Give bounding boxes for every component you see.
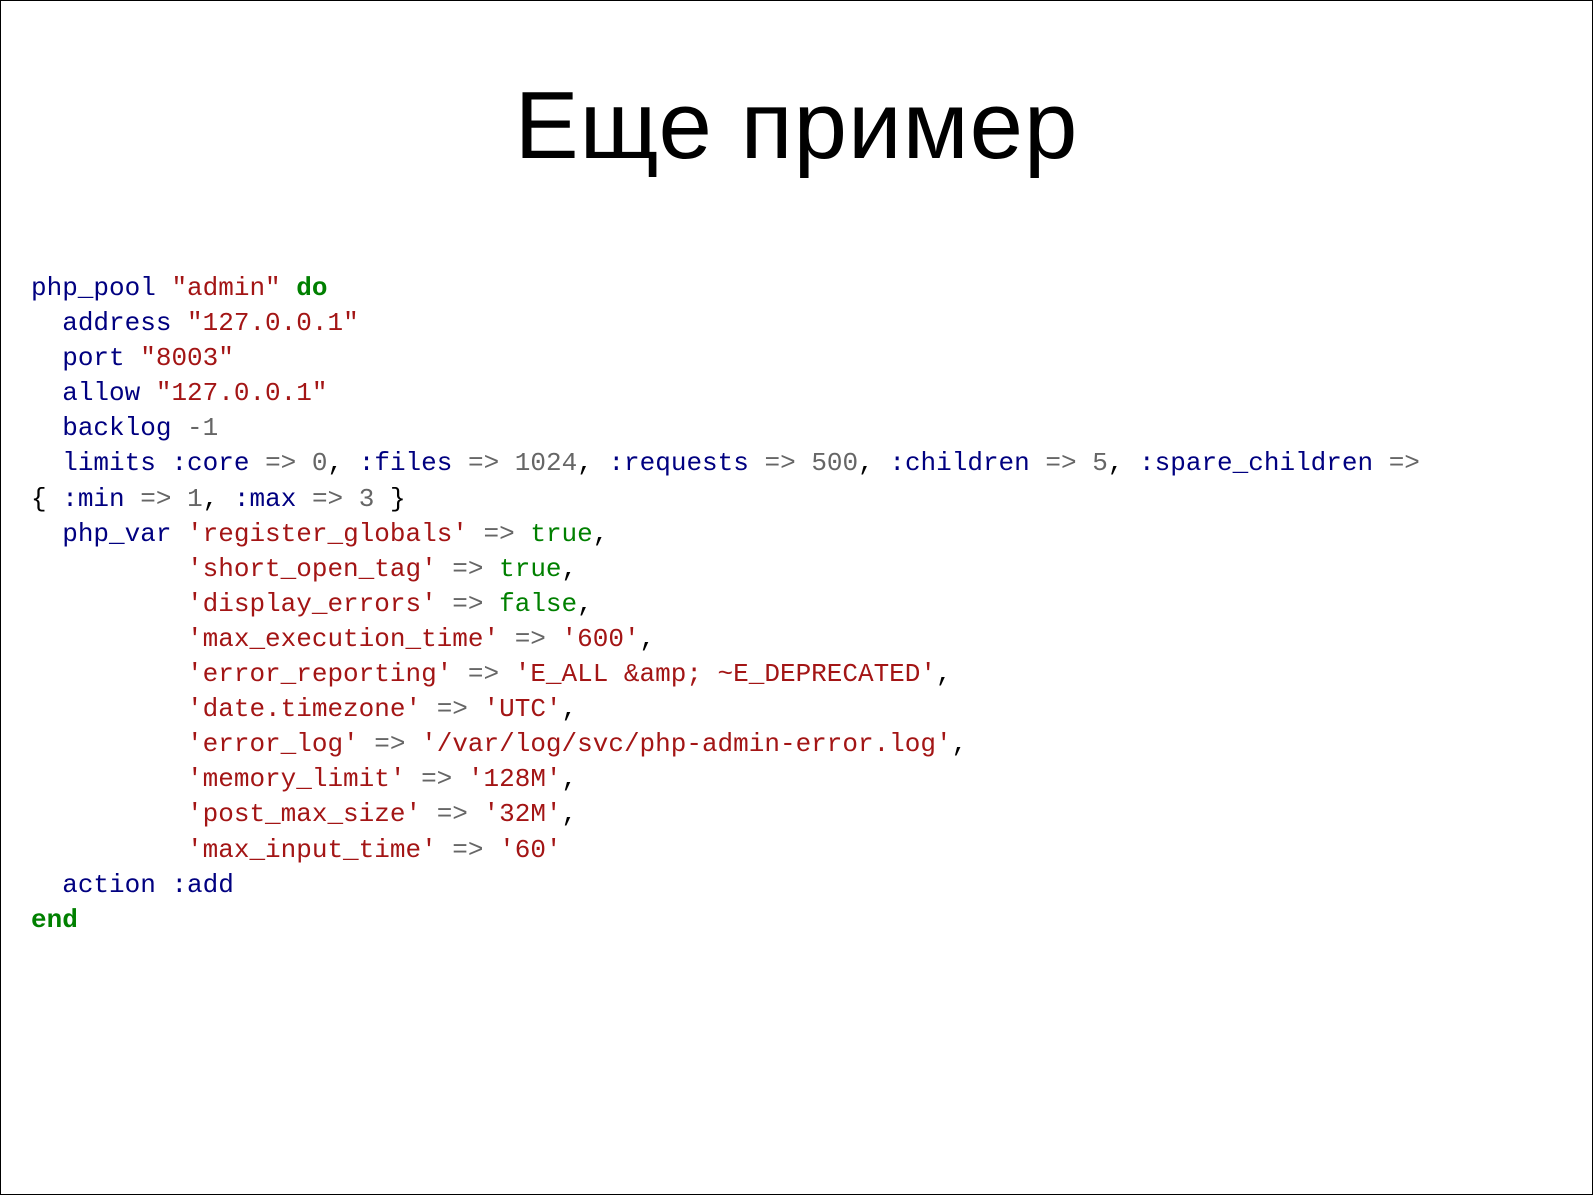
- op-arrow: =>: [421, 764, 452, 794]
- str-post-max-size: 'post_max_size': [187, 799, 421, 829]
- num-5: 5: [1092, 448, 1108, 478]
- sym-core: :core: [171, 448, 249, 478]
- comma: ,: [562, 554, 578, 584]
- comma: ,: [936, 659, 952, 689]
- ident-port: port: [62, 343, 124, 373]
- op-arrow: =>: [484, 519, 515, 549]
- comma: ,: [858, 448, 874, 478]
- str-128m: '128M': [468, 764, 562, 794]
- op-arrow: =>: [374, 729, 405, 759]
- comma: ,: [1108, 448, 1124, 478]
- sym-min: :min: [62, 484, 124, 514]
- op-arrow: =>: [312, 484, 343, 514]
- op-arrow: =>: [452, 554, 483, 584]
- comma: ,: [640, 624, 656, 654]
- op-arrow: =>: [265, 448, 296, 478]
- sym-spare-children: :spare_children: [1139, 448, 1373, 478]
- str-date-timezone: 'date.timezone': [187, 694, 421, 724]
- op-arrow: =>: [764, 448, 795, 478]
- str-max-execution-time: 'max_execution_time': [187, 624, 499, 654]
- op-arrow: =>: [140, 484, 171, 514]
- op-arrow: =>: [1045, 448, 1076, 478]
- code-block: php_pool "admin" do address "127.0.0.1" …: [31, 271, 1562, 938]
- comma: ,: [562, 764, 578, 794]
- op-arrow: =>: [515, 624, 546, 654]
- ident-php-var: php_var: [62, 519, 171, 549]
- op-arrow: =>: [452, 835, 483, 865]
- string-admin: "admin": [171, 273, 280, 303]
- string-allow: "127.0.0.1": [156, 378, 328, 408]
- comma: ,: [952, 729, 968, 759]
- str-error-log-val: '/var/log/svc/php-admin-error.log': [421, 729, 952, 759]
- sym-add: :add: [171, 870, 233, 900]
- ident-allow: allow: [62, 378, 140, 408]
- str-max-input-time: 'max_input_time': [187, 835, 437, 865]
- slide: Еще пример php_pool "admin" do address "…: [0, 0, 1593, 1195]
- num-neg1: -1: [187, 413, 218, 443]
- sym-children: :children: [889, 448, 1029, 478]
- op-arrow: =>: [1389, 448, 1420, 478]
- ident-action: action: [62, 870, 156, 900]
- op-arrow: =>: [437, 694, 468, 724]
- sym-requests: :requests: [608, 448, 748, 478]
- sym-max: :max: [234, 484, 296, 514]
- str-display-errors: 'display_errors': [187, 589, 437, 619]
- bool-true: true: [499, 554, 561, 584]
- lbrace: {: [31, 484, 47, 514]
- str-utc: 'UTC': [484, 694, 562, 724]
- num-500: 500: [811, 448, 858, 478]
- keyword-end: end: [31, 905, 78, 935]
- bool-false: false: [499, 589, 577, 619]
- op-arrow: =>: [468, 659, 499, 689]
- str-register-globals: 'register_globals': [187, 519, 468, 549]
- comma: ,: [328, 448, 344, 478]
- comma: ,: [577, 589, 593, 619]
- comma: ,: [577, 448, 593, 478]
- str-error-reporting-val: 'E_ALL &amp; ~E_DEPRECATED': [515, 659, 936, 689]
- string-port: "8003": [140, 343, 234, 373]
- str-60: '60': [499, 835, 561, 865]
- bool-true: true: [530, 519, 592, 549]
- op-arrow: =>: [437, 799, 468, 829]
- num-1024: 1024: [515, 448, 577, 478]
- num-1: 1: [187, 484, 203, 514]
- comma: ,: [203, 484, 219, 514]
- str-32m: '32M': [484, 799, 562, 829]
- ident-limits: limits: [62, 448, 156, 478]
- str-error-log: 'error_log': [187, 729, 359, 759]
- slide-title: Еще пример: [31, 71, 1562, 181]
- op-arrow: =>: [468, 448, 499, 478]
- rbrace: }: [390, 484, 406, 514]
- str-600: '600': [562, 624, 640, 654]
- num-0: 0: [312, 448, 328, 478]
- comma: ,: [562, 799, 578, 829]
- op-arrow: =>: [452, 589, 483, 619]
- sym-files: :files: [359, 448, 453, 478]
- string-address: "127.0.0.1": [187, 308, 359, 338]
- comma: ,: [593, 519, 609, 549]
- ident-php-pool: php_pool: [31, 273, 156, 303]
- ident-address: address: [62, 308, 171, 338]
- str-memory-limit: 'memory_limit': [187, 764, 405, 794]
- str-short-open-tag: 'short_open_tag': [187, 554, 437, 584]
- ident-backlog: backlog: [62, 413, 171, 443]
- keyword-do: do: [296, 273, 327, 303]
- num-3: 3: [359, 484, 375, 514]
- str-error-reporting: 'error_reporting': [187, 659, 452, 689]
- comma: ,: [562, 694, 578, 724]
